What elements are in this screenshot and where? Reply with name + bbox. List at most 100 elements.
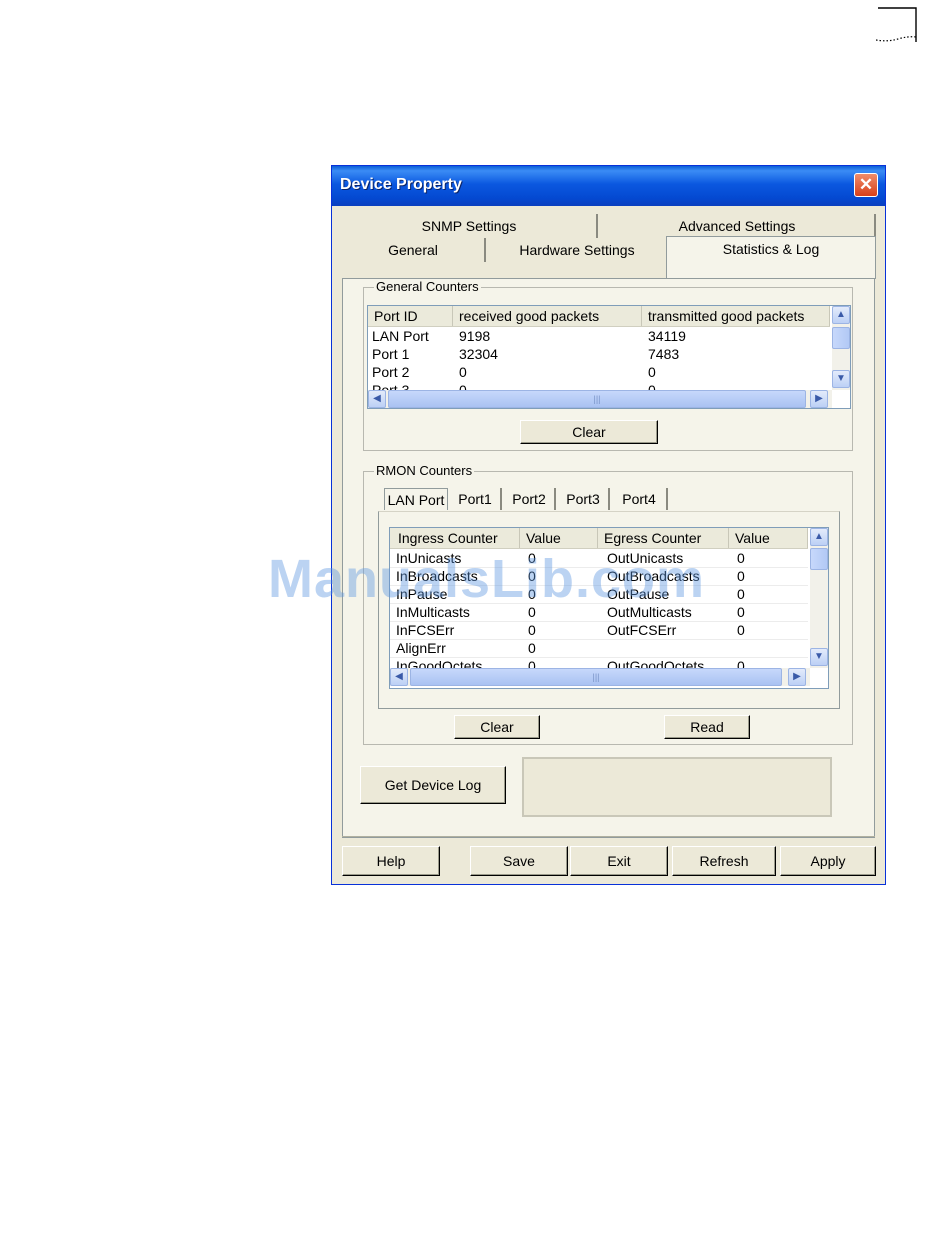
- general-counters-label: General Counters: [374, 279, 481, 295]
- vertical-scroll-thumb[interactable]: [810, 548, 828, 570]
- general-counters-list[interactable]: Port ID received good packets transmitte…: [367, 305, 851, 409]
- column-port-id[interactable]: Port ID: [368, 306, 453, 326]
- scroll-down-button[interactable]: ▼: [810, 648, 828, 666]
- tab-statistics-log[interactable]: Statistics & Log: [666, 236, 876, 279]
- cell-ingress-counter: AlignErr: [396, 640, 446, 656]
- table-row[interactable]: LAN Port 9198 34119: [368, 327, 830, 345]
- column-transmitted-good-packets[interactable]: transmitted good packets: [642, 306, 830, 326]
- cell-received: 0: [459, 364, 467, 380]
- device-log-output: [522, 757, 832, 817]
- rmon-horizontal-scrollbar[interactable]: ◀ ||| ▶: [390, 668, 810, 686]
- cell-received: 32304: [459, 346, 498, 362]
- tab-port4[interactable]: Port4: [612, 488, 668, 510]
- tab-hardware-settings[interactable]: Hardware Settings: [488, 238, 666, 262]
- cell-egress-counter: [598, 639, 729, 657]
- general-counters-group: General Counters Port ID received good p…: [363, 279, 853, 451]
- cell-ingress-value: 0: [528, 640, 536, 656]
- table-row[interactable]: InPause 0 OutPause 0: [390, 585, 808, 604]
- tab-general[interactable]: General: [342, 238, 486, 262]
- table-row[interactable]: InBroadcasts 0 OutBroadcasts 0: [390, 567, 808, 586]
- cell-ingress-value: 0: [528, 622, 536, 638]
- scroll-right-button[interactable]: ▶: [810, 390, 828, 408]
- tab-snmp-settings[interactable]: SNMP Settings: [342, 214, 598, 238]
- tab-port1[interactable]: Port1: [450, 488, 502, 510]
- cell-ingress-value: 0: [528, 604, 536, 620]
- scroll-right-icon: ▶: [815, 393, 823, 404]
- table-row[interactable]: InMulticasts 0 OutMulticasts 0: [390, 603, 808, 622]
- apply-button[interactable]: Apply: [780, 846, 876, 876]
- scroll-down-button[interactable]: ▼: [832, 370, 850, 388]
- tab-port3[interactable]: Port3: [558, 488, 610, 510]
- scroll-up-button[interactable]: ▲: [832, 306, 850, 324]
- window-title: Device Property: [340, 176, 462, 193]
- rmon-counters-list[interactable]: Ingress Counter Value Egress Counter Val…: [389, 527, 829, 689]
- cell-ingress-value: 0: [528, 568, 536, 584]
- scroll-right-icon: ▶: [793, 671, 801, 682]
- tab-lan-port[interactable]: LAN Port: [384, 488, 448, 510]
- scroll-left-icon: ◀: [395, 671, 403, 682]
- cell-egress-counter: OutMulticasts: [607, 604, 692, 620]
- general-counters-clear-button[interactable]: Clear: [520, 420, 658, 444]
- scroll-grip-icon: |||: [592, 672, 600, 682]
- table-row[interactable]: InUnicasts 0 OutUnicasts 0: [390, 549, 808, 568]
- column-ingress-value[interactable]: Value: [520, 528, 598, 548]
- horizontal-scroll-thumb[interactable]: |||: [388, 390, 806, 408]
- column-egress-value[interactable]: Value: [729, 528, 808, 548]
- cell-port-id: LAN Port: [372, 328, 429, 344]
- cell-transmitted: 7483: [648, 346, 680, 362]
- rmon-counters-label: RMON Counters: [374, 463, 475, 479]
- close-icon: ✕: [858, 175, 874, 194]
- cell-port-id: Port 2: [372, 364, 410, 380]
- rmon-counters-header: Ingress Counter Value Egress Counter Val…: [390, 528, 808, 549]
- rmon-clear-button[interactable]: Clear: [454, 715, 540, 739]
- vertical-scroll-thumb[interactable]: [832, 327, 850, 349]
- cell-ingress-value: 0: [528, 586, 536, 602]
- cell-egress-value: 0: [737, 622, 745, 638]
- scroll-left-button[interactable]: ◀: [368, 390, 386, 408]
- cell-egress-value: 0: [737, 586, 745, 602]
- cell-ingress-counter: InPause: [396, 586, 448, 602]
- cell-egress-value: [729, 639, 808, 657]
- scroll-up-icon: ▲: [814, 531, 824, 542]
- save-button[interactable]: Save: [470, 846, 568, 876]
- title-bar[interactable]: Device Property ✕: [332, 166, 885, 206]
- dialog-body: SNMP Settings Advanced Settings General …: [332, 206, 885, 884]
- tab-port2[interactable]: Port2: [504, 488, 556, 510]
- table-row[interactable]: AlignErr 0: [390, 639, 808, 658]
- column-received-good-packets[interactable]: received good packets: [453, 306, 642, 326]
- table-row[interactable]: Port 1 32304 7483: [368, 345, 830, 363]
- horizontal-scroll-thumb[interactable]: |||: [410, 668, 782, 686]
- help-button[interactable]: Help: [342, 846, 440, 876]
- scroll-left-button[interactable]: ◀: [390, 668, 408, 686]
- rmon-read-button[interactable]: Read: [664, 715, 750, 739]
- column-egress-counter[interactable]: Egress Counter: [598, 528, 729, 548]
- cell-port-id: Port 1: [372, 346, 410, 362]
- cell-ingress-counter: InFCSErr: [396, 622, 455, 638]
- refresh-button[interactable]: Refresh: [672, 846, 776, 876]
- cell-egress-counter: OutBroadcasts: [607, 568, 700, 584]
- close-button[interactable]: ✕: [854, 173, 878, 197]
- cell-ingress-counter: InBroadcasts: [396, 568, 478, 584]
- rmon-port-tabs: LAN Port Port1 Port2 Port3 Port4: [378, 488, 848, 512]
- vertical-scrollbar[interactable]: ▲ ▼: [832, 306, 850, 390]
- cell-ingress-value: 0: [528, 550, 536, 566]
- column-ingress-counter[interactable]: Ingress Counter: [390, 528, 520, 548]
- scroll-down-icon: ▼: [836, 373, 846, 384]
- tab-advanced-settings[interactable]: Advanced Settings: [600, 214, 876, 238]
- exit-button[interactable]: Exit: [570, 846, 668, 876]
- page-corner-mark-icon: [876, 7, 917, 42]
- cell-received: 9198: [459, 328, 491, 344]
- rmon-tab-panel: Ingress Counter Value Egress Counter Val…: [378, 511, 840, 709]
- rmon-vertical-scrollbar[interactable]: ▲ ▼: [810, 528, 828, 668]
- scroll-up-button[interactable]: ▲: [810, 528, 828, 546]
- table-row[interactable]: Port 2 0 0: [368, 363, 830, 381]
- statistics-log-panel: General Counters Port ID received good p…: [342, 278, 875, 838]
- rmon-counters-group: RMON Counters LAN Port Port1 Port2 Port3…: [363, 463, 853, 745]
- cell-egress-value: 0: [737, 604, 745, 620]
- table-row[interactable]: InFCSErr 0 OutFCSErr 0: [390, 621, 808, 640]
- scroll-left-icon: ◀: [373, 393, 381, 404]
- horizontal-scrollbar[interactable]: ◀ ||| ▶: [368, 390, 832, 408]
- scroll-right-button[interactable]: ▶: [788, 668, 806, 686]
- get-device-log-button[interactable]: Get Device Log: [360, 766, 506, 804]
- cell-transmitted: 34119: [648, 328, 686, 344]
